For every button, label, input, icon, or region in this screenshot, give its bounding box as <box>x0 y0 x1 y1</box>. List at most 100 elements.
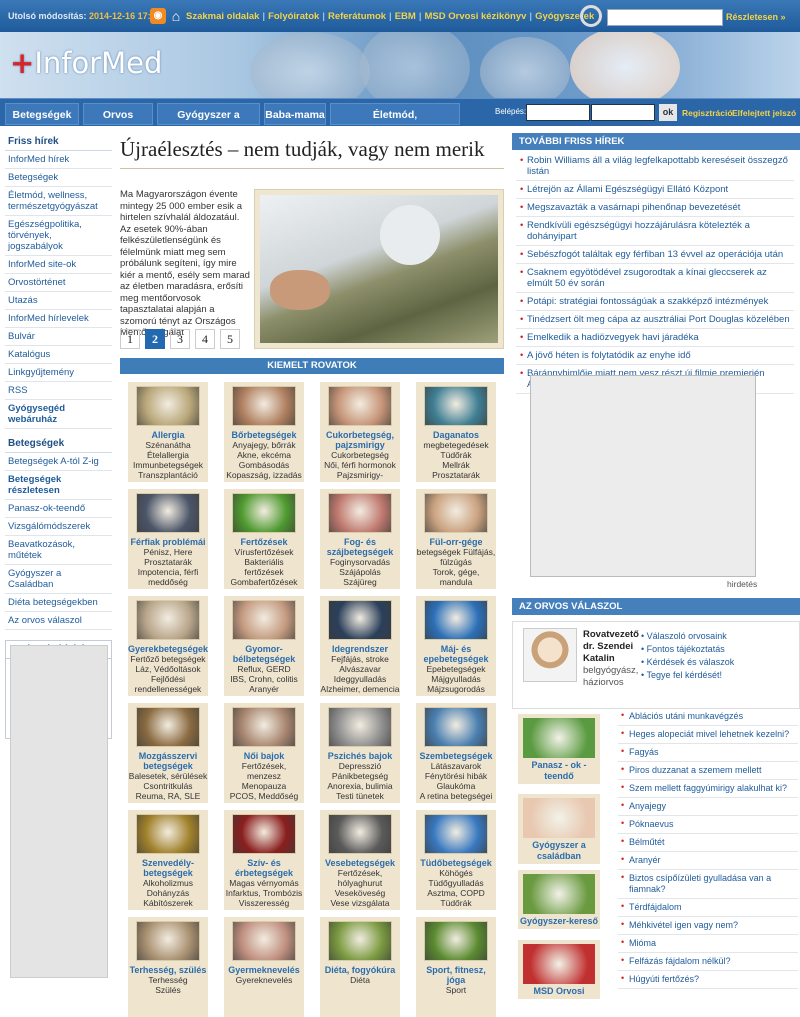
news-item[interactable]: A jövő héten is folytatódik az enyhe idő <box>516 347 794 365</box>
question-item[interactable]: Aranyér <box>618 852 798 870</box>
category-title[interactable]: Sport, fitnesz, jóga <box>416 965 496 985</box>
doctor-link[interactable]: • Tegye fel kérdését! <box>641 669 734 682</box>
sidebar-item[interactable]: Orvostörténet <box>5 274 112 292</box>
question-item[interactable]: Fagyás <box>618 744 798 762</box>
informed-logo[interactable]: +InforMed <box>10 46 162 80</box>
category-subtopic[interactable]: Pénisz, Here <box>128 547 208 557</box>
question-item[interactable]: Anyajegy <box>618 798 798 816</box>
category-subtopic[interactable]: Foginysorvadás <box>320 557 400 567</box>
login-ok-button[interactable]: ok <box>659 104 677 121</box>
article-image[interactable] <box>254 189 504 349</box>
doctor-link[interactable]: • Fontos tájékoztatás <box>641 643 734 656</box>
category-title[interactable]: Bőrbetegségek <box>224 430 304 440</box>
sidebar-item[interactable]: Panasz-ok-teendő <box>5 500 112 518</box>
category-card[interactable]: Máj- és epebetegségek Epebetegségek Májgyu… <box>416 596 496 696</box>
category-title[interactable]: Tüdőbetegségek <box>416 858 496 868</box>
question-item[interactable]: Ablációs utáni munkavégzés <box>618 708 798 726</box>
category-subtopic[interactable]: Alvászavar <box>320 664 400 674</box>
sidebar-item[interactable]: Vizsgálómódszerek <box>5 518 112 536</box>
nav-betegsegek-az[interactable]: Betegségek A-Z <box>5 103 79 143</box>
feature-tile[interactable]: Gyógyszer a családban <box>518 794 600 864</box>
sidebar-item[interactable]: Betegségek részletesen <box>5 471 112 500</box>
category-card[interactable]: Szenvedély-betegségek Alkoholizmus Dohányz… <box>128 810 208 910</box>
category-subtopic[interactable]: Diéta <box>320 975 400 985</box>
category-subtopic[interactable]: Májgyulladás <box>416 674 496 684</box>
news-item[interactable]: Tinédzsert ölt meg cápa az ausztráliai P… <box>516 311 794 329</box>
category-subtopic[interactable]: Anorexia, bulimia <box>320 781 400 791</box>
news-item[interactable]: Sebészfogót találtak egy férfiban 13 évv… <box>516 246 794 264</box>
register-link[interactable]: Regisztráció <box>682 108 733 118</box>
category-subtopic[interactable]: Alzheimer, demencia <box>320 684 400 694</box>
category-subtopic[interactable]: Csontritkulás <box>128 781 208 791</box>
question-item[interactable]: Bélműtét <box>618 834 798 852</box>
category-title[interactable]: Terhesség, szülés <box>128 965 208 975</box>
category-card[interactable]: Bőrbetegségek Anyajegy, bőrrák Akne, ekcém… <box>224 382 304 482</box>
category-card[interactable]: Gyermeknevelés Gyereknevelés <box>224 917 304 1017</box>
category-title[interactable]: Gyermeknevelés <box>224 965 304 975</box>
sidebar-section-betegsegek[interactable]: Betegségek <box>5 435 112 453</box>
top-link[interactable]: MSD Orvosi kézikönyv <box>425 11 527 22</box>
category-subtopic[interactable]: Gombásodás <box>224 460 304 470</box>
category-subtopic[interactable]: Terhesség <box>128 975 208 985</box>
category-subtopic[interactable]: Fertőzések, hólyaghurut <box>320 868 400 888</box>
nav-orvos-valaszol[interactable]: Orvos válaszol <box>83 103 153 143</box>
category-card[interactable]: Női bajok Fertőzések, menzesz Menopauza PCO… <box>224 703 304 803</box>
category-card[interactable]: Szív- és érbetegségek Magas vérnyomás Infa… <box>224 810 304 910</box>
category-subtopic[interactable]: Májzsugorodás <box>416 684 496 694</box>
category-card[interactable]: Allergia Szénanátha Ételallergia Immunbeteg… <box>128 382 208 482</box>
category-title[interactable]: Fertőzések <box>224 537 304 547</box>
category-subtopic[interactable]: Cukorbetegség <box>320 450 400 460</box>
sidebar-item[interactable]: Beavatkozások, műtétek <box>5 536 112 565</box>
question-item[interactable]: Biztos csípőízületi gyulladása van a fia… <box>618 870 798 899</box>
category-subtopic[interactable]: Pajzsmirigy-betegség <box>320 470 400 482</box>
category-card[interactable]: Fül-orr-gége betegségek Fülfájás, fülzúgá… <box>416 489 496 589</box>
category-subtopic[interactable]: Ideggyulladás <box>320 674 400 684</box>
sidebar-item[interactable]: Diéta betegségekben <box>5 594 112 612</box>
sidebar-item[interactable]: Az orvos válaszol <box>5 612 112 630</box>
question-item[interactable]: Térdfájdalom <box>618 899 798 917</box>
category-subtopic[interactable]: Tüdőrák <box>416 898 496 908</box>
category-subtopic[interactable]: Depresszió <box>320 761 400 771</box>
news-item[interactable]: Emelkedik a hadiözvegyek havi járadéka <box>516 329 794 347</box>
category-title[interactable]: Vesebetegségek <box>320 858 400 868</box>
category-subtopic[interactable]: HIV/AIDS, STD <box>224 587 304 589</box>
sidebar-item[interactable]: Betegségek A-tól Z-ig <box>5 453 112 471</box>
category-subtopic[interactable]: Fejfájás, stroke <box>320 654 400 664</box>
sidebar-item[interactable]: Életmód, wellness, természetgyógyászat <box>5 187 112 216</box>
category-title[interactable]: Gyerekbetegségek <box>128 644 208 654</box>
category-card[interactable]: Vesebetegségek Fertőzések, hólyaghurut Ves… <box>320 810 400 910</box>
article-title[interactable]: Újraélesztés – nem tudják, vagy nem meri… <box>120 133 504 169</box>
category-subtopic[interactable]: PCOS, Meddőség <box>224 791 304 801</box>
category-subtopic[interactable]: Asztma, COPD <box>416 888 496 898</box>
category-subtopic[interactable]: Terhesség <box>224 801 304 803</box>
question-item[interactable]: Felfázás fájdalom nélkül? <box>618 953 798 971</box>
username-input[interactable] <box>526 104 590 121</box>
tile-title[interactable]: Gyógyszer-kereső <box>518 914 600 929</box>
category-subtopic[interactable]: Női, férfi hormonok <box>320 460 400 470</box>
feature-tile[interactable]: Gyógyszer-kereső <box>518 870 600 929</box>
category-subtopic[interactable]: A retina betegségei <box>416 791 496 801</box>
category-subtopic[interactable]: Prosztatarák <box>416 470 496 480</box>
category-subtopic[interactable]: Dohányzás <box>128 888 208 898</box>
question-item[interactable]: Piros duzzanat a szemem mellett <box>618 762 798 780</box>
category-title[interactable]: Férfiak problémái <box>128 537 208 547</box>
feature-tile[interactable]: Panasz - ok - teendő <box>518 714 600 784</box>
category-subtopic[interactable]: Fénytörési hibák <box>416 771 496 781</box>
page-link-1[interactable]: 1 <box>120 329 140 349</box>
category-subtopic[interactable]: Kopaszság, izzadás <box>224 470 304 480</box>
category-card[interactable]: Gyomor-bélbetegségek Reflux, GERD IBS, Cro… <box>224 596 304 696</box>
news-item[interactable]: Rendkívüli egészségügyi hozzájárulásra k… <box>516 217 794 246</box>
tile-title[interactable]: Panasz - ok - teendő <box>518 758 600 784</box>
question-item[interactable]: Húgyúti fertőzés? <box>618 971 798 989</box>
category-subtopic[interactable]: Vese vizsgálata <box>320 898 400 908</box>
category-subtopic[interactable]: Szájápolás <box>320 567 400 577</box>
category-subtopic[interactable]: Tüdőrák <box>416 450 496 460</box>
sidebar-item[interactable]: InforMed site-ok <box>5 256 112 274</box>
category-subtopic[interactable]: Mellrák <box>416 460 496 470</box>
question-item[interactable]: Szem mellett faggyúmirigy alakulhat ki? <box>618 780 798 798</box>
category-title[interactable]: Pszichés bajok <box>320 751 400 761</box>
category-subtopic[interactable]: Gyereknevelés <box>224 975 304 985</box>
category-subtopic[interactable]: Fertőző betegségek <box>128 654 208 664</box>
category-subtopic[interactable]: Szájüreg <box>320 577 400 587</box>
news-item[interactable]: Csaknem egyötödével zsugorodtak a kínai … <box>516 264 794 293</box>
